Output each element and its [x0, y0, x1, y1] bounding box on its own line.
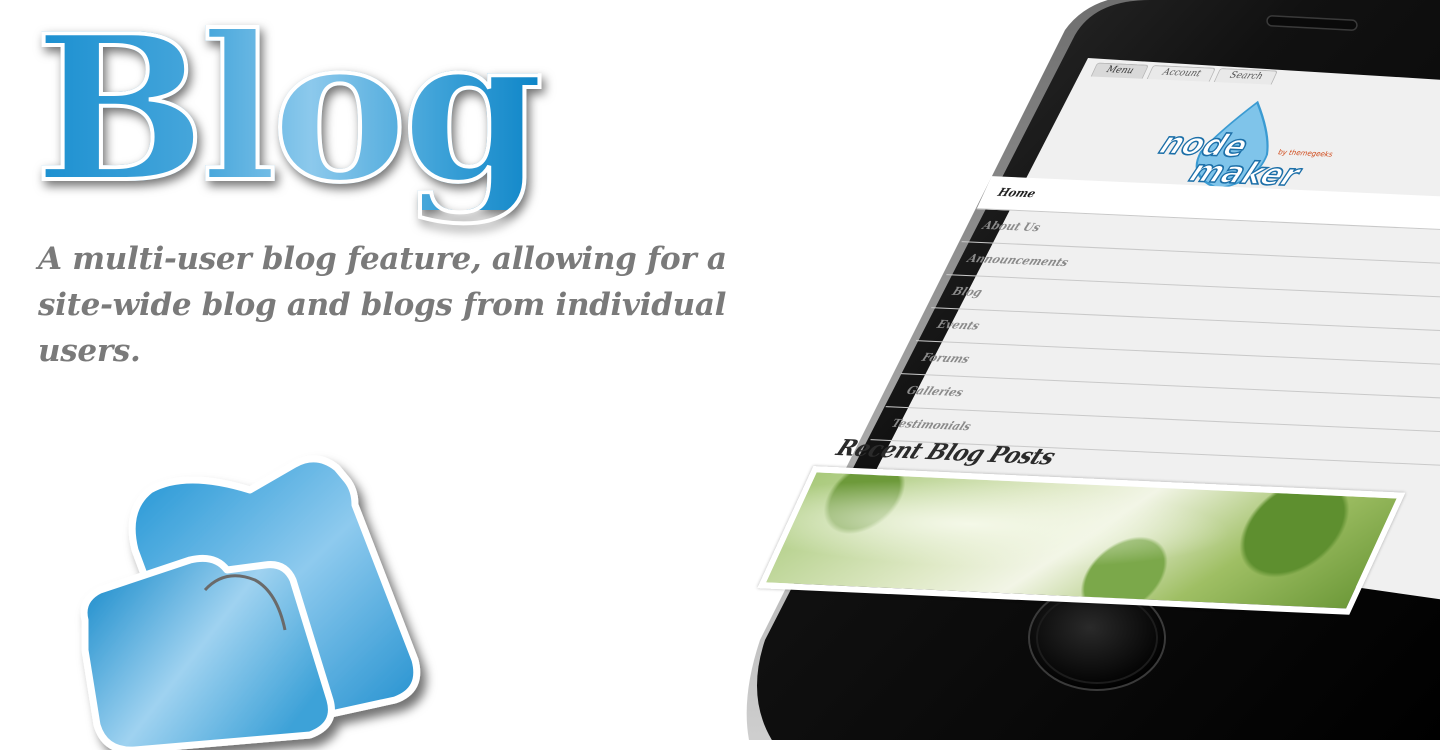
feature-description: A multi-user blog feature, allowing for … — [38, 241, 727, 369]
nav-item-label: Home — [995, 185, 1038, 201]
nav-item-label: Galleries — [904, 383, 966, 400]
nav-item-label: Blog — [950, 284, 985, 300]
logo-byline: by themegeeks — [1276, 148, 1334, 159]
tab-account[interactable]: Account — [1146, 64, 1217, 82]
page-title: Blog — [32, 0, 546, 227]
nav-item-label: Announcements — [965, 251, 1071, 270]
nav-item-label: Forums — [919, 350, 972, 366]
nav-item-label: Events — [934, 317, 982, 333]
nav-item-label: Testimonials — [889, 416, 974, 434]
blog-document-icon — [80, 455, 421, 750]
nav-item-label: About Us — [980, 218, 1043, 235]
tab-search[interactable]: Search — [1213, 68, 1279, 85]
blog-post-thumbnail[interactable] — [757, 466, 1406, 615]
tab-menu[interactable]: Menu — [1090, 62, 1150, 79]
